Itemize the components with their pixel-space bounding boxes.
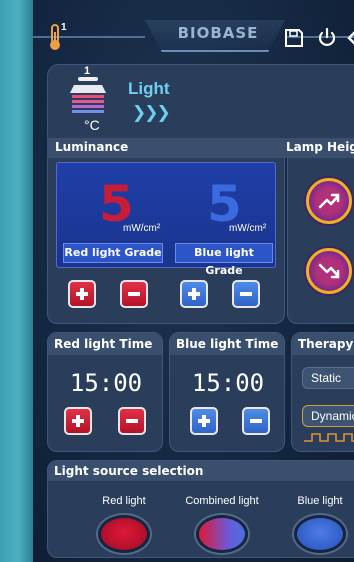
luminance-title: Luminance xyxy=(55,140,129,154)
light-index: 1 xyxy=(84,65,91,77)
lamp-height-title: Lamp Heig xyxy=(286,140,354,154)
thermometer-index: 1 xyxy=(61,22,67,33)
thermometer-icon[interactable]: 1 xyxy=(47,22,69,52)
light-mode-header: 1 °C Light ❯❯❯ xyxy=(47,64,354,144)
red-time-minus-button[interactable] xyxy=(118,407,146,435)
red-light-time-panel: Red light Time 15:00 xyxy=(47,332,163,452)
mode-label: Light xyxy=(128,79,170,98)
light-source-title: Light source selection xyxy=(48,461,354,481)
luminance-panel: 5 5 mW/cm² mW/cm² Red light Grade Blue l… xyxy=(47,158,285,324)
therapy-static-option[interactable]: Static xyxy=(302,367,354,389)
blue-light-button[interactable] xyxy=(294,515,346,553)
blue-time-plus-button[interactable] xyxy=(190,407,218,435)
therapy-dynamic-option[interactable]: Dynamic xyxy=(302,405,354,427)
luminance-display: 5 5 mW/cm² mW/cm² Red light Grade Blue l… xyxy=(56,162,276,277)
red-light-time-value: 15:00 xyxy=(69,369,143,397)
lamp-height-panel xyxy=(287,158,354,324)
temperature-unit: °C xyxy=(84,117,100,133)
brand-logo: BIOBASE xyxy=(177,24,259,42)
blue-light-label: Blue light xyxy=(297,495,343,507)
light-lamp-icon: 1 °C xyxy=(62,65,114,135)
red-grade-label: Red light Grade xyxy=(63,243,163,263)
red-light-button[interactable] xyxy=(98,515,150,553)
power-icon[interactable] xyxy=(316,27,338,49)
device-screen: BIOBASE 1 1 °C Light ❯❯❯ Luminance Lamp … xyxy=(33,0,354,562)
dynamic-wave-icon xyxy=(304,433,354,442)
lamp-down-icon xyxy=(318,263,340,279)
top-bar: BIOBASE 1 xyxy=(33,0,354,60)
red-light-label: Red light xyxy=(102,495,146,507)
red-luminance-unit: mW/cm² xyxy=(123,223,161,234)
lamp-up-icon xyxy=(318,193,340,209)
blue-grade-minus-button[interactable] xyxy=(232,280,260,308)
red-light-time-title: Red light Time xyxy=(48,333,162,355)
red-time-plus-button[interactable] xyxy=(64,407,92,435)
blue-grade-plus-button[interactable] xyxy=(180,280,208,308)
combined-light-button[interactable] xyxy=(196,515,248,553)
lamp-down-button[interactable] xyxy=(306,248,352,294)
save-icon[interactable] xyxy=(284,28,304,48)
therapy-title: Therapy xyxy=(292,333,354,355)
mode-arrows: ❯❯❯ xyxy=(132,103,171,122)
back-icon[interactable] xyxy=(345,28,354,48)
blue-light-time-panel: Blue light Time 15:00 xyxy=(169,332,285,452)
blue-luminance-unit: mW/cm² xyxy=(229,223,267,234)
lamp-up-button[interactable] xyxy=(306,178,352,224)
combined-light-label: Combined light xyxy=(185,495,259,507)
blue-time-minus-button[interactable] xyxy=(242,407,270,435)
red-grade-plus-button[interactable] xyxy=(68,280,96,308)
light-source-panel: Light source selection Red light Combine… xyxy=(47,460,354,558)
red-grade-minus-button[interactable] xyxy=(120,280,148,308)
blue-light-time-value: 15:00 xyxy=(191,369,265,397)
therapy-panel: Therapy Static Dynamic xyxy=(291,332,354,452)
blue-grade-label: Blue light Grade xyxy=(175,243,273,277)
blue-light-time-title: Blue light Time xyxy=(170,333,284,355)
